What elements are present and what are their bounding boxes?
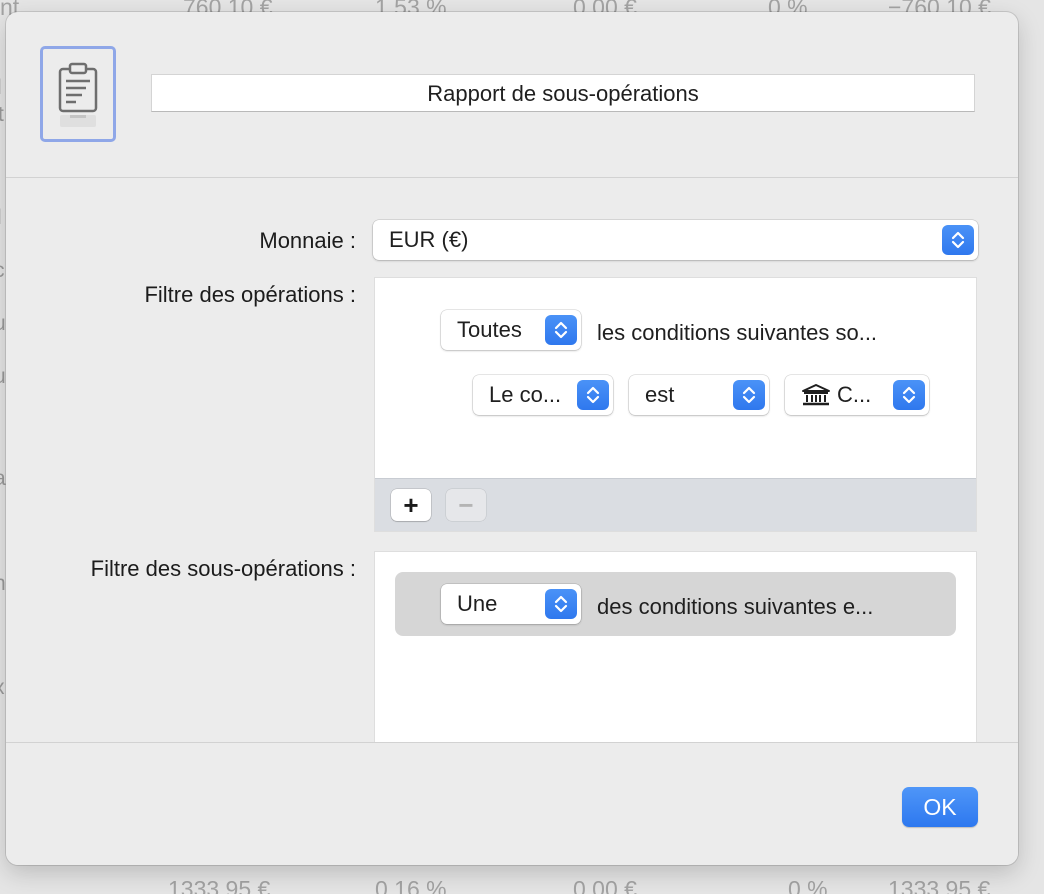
split-filter-editor: Une des conditions suivantes e... xyxy=(374,551,977,746)
sheet-footer: OK xyxy=(6,742,1018,865)
rule-operator-popup[interactable]: est xyxy=(629,375,769,415)
clipboard-report-icon xyxy=(58,62,98,127)
transaction-filter-label: Filtre des opérations : xyxy=(144,282,356,307)
bg-fragment: u xyxy=(0,365,6,389)
chevron-updown-icon xyxy=(545,589,577,619)
ok-button[interactable]: OK xyxy=(902,787,978,827)
rule-value-text: C... xyxy=(837,382,872,407)
rule-field-popup[interactable]: Le co... xyxy=(473,375,613,415)
bg-fragment: a xyxy=(0,467,6,491)
currency-value: EUR (€) xyxy=(389,227,469,252)
bank-icon xyxy=(802,384,830,406)
bg-cell: 1333,95 € xyxy=(888,876,991,894)
remove-rule-button[interactable]: − xyxy=(446,489,486,521)
transaction-filter-editor: Toutes les conditions suivantes so... Le… xyxy=(374,277,977,532)
transaction-match-value: Toutes xyxy=(457,317,522,342)
transaction-match-popup[interactable]: Toutes xyxy=(441,310,581,350)
bg-cell: 1333,95 € xyxy=(168,876,271,894)
bg-fragment: c xyxy=(0,259,5,283)
split-filter-label: Filtre des sous-opérations : xyxy=(90,556,356,581)
rule-field-value: Le co... xyxy=(489,382,562,407)
bg-fragment: l xyxy=(0,76,2,100)
sheet-header: Rapport de sous-opérations xyxy=(6,12,1018,178)
currency-label: Monnaie : xyxy=(259,228,356,253)
transaction-match-text: les conditions suivantes so... xyxy=(597,320,878,345)
split-filter-group-row: Une des conditions suivantes e... xyxy=(395,572,956,636)
bg-fragment: t xyxy=(0,103,4,126)
rule-operator-value: est xyxy=(645,382,675,407)
split-match-text: des conditions suivantes e... xyxy=(597,594,874,619)
currency-popup[interactable]: EUR (€) xyxy=(373,220,978,260)
chevron-updown-icon xyxy=(577,380,609,410)
add-rule-button[interactable]: + xyxy=(391,489,431,521)
bg-cell: 0 % xyxy=(788,876,828,894)
rule-value-popup[interactable]: C... xyxy=(785,375,929,415)
report-title-field[interactable]: Rapport de sous-opérations xyxy=(151,74,975,112)
bg-cell: 0,16 % xyxy=(375,876,447,894)
split-match-popup[interactable]: Une xyxy=(441,584,581,624)
bg-fragment: l xyxy=(0,206,2,230)
chevron-updown-icon xyxy=(893,380,925,410)
bg-fragment: u xyxy=(0,312,6,336)
background-bottom-row: 1333,95 € 0,16 % 0,00 € 0 % 1333,95 € xyxy=(0,876,1044,894)
chevron-updown-icon xyxy=(942,225,974,255)
bg-fragment: n xyxy=(0,572,6,596)
transaction-filter-toolbar: + − xyxy=(375,478,976,531)
chevron-updown-icon xyxy=(545,315,577,345)
chevron-updown-icon xyxy=(733,380,765,410)
report-settings-sheet: Rapport de sous-opérations Monnaie : EUR… xyxy=(6,12,1018,865)
bg-cell: 0,00 € xyxy=(573,876,637,894)
bg-fragment: x xyxy=(0,676,5,700)
report-icon-well[interactable] xyxy=(40,46,116,142)
split-match-value: Une xyxy=(457,591,498,616)
rule-value-content: C... xyxy=(801,375,871,415)
